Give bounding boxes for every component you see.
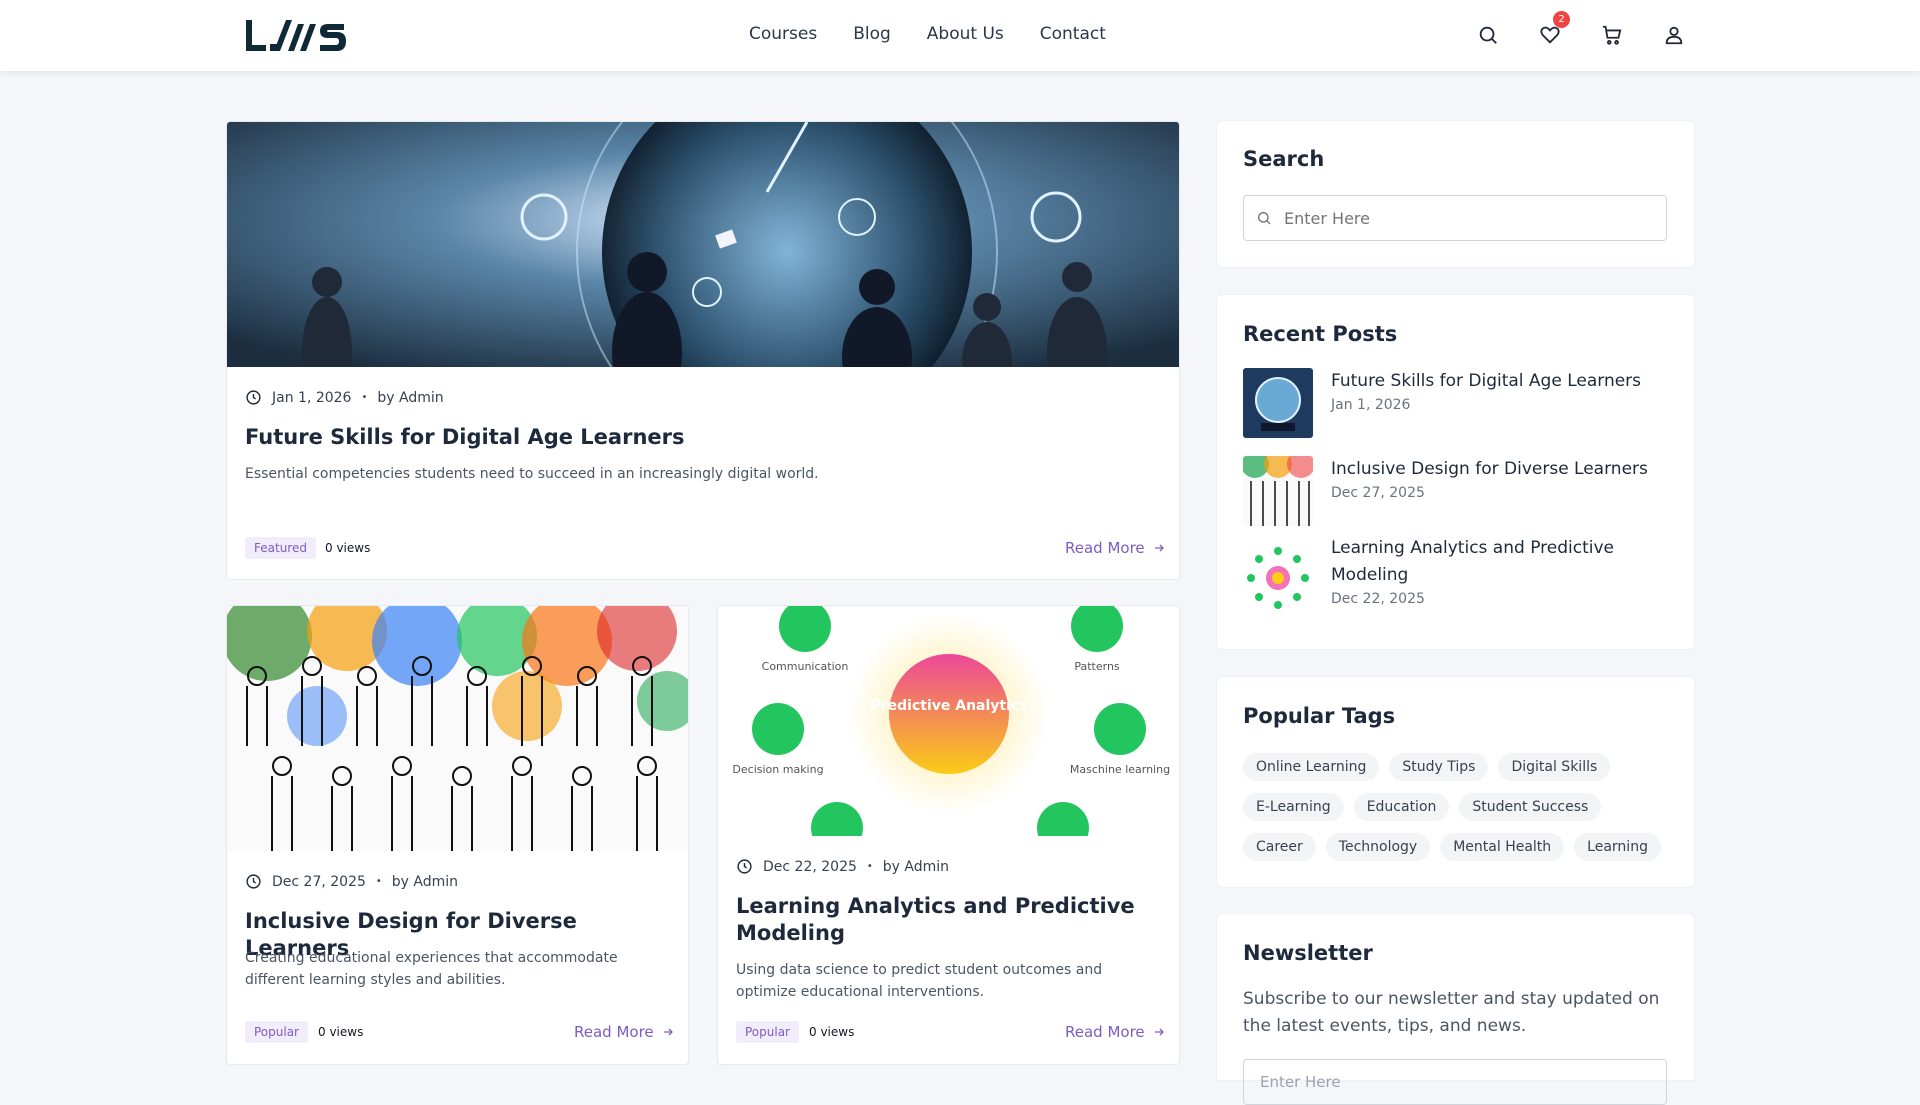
sidebar-search-field[interactable] [1243, 195, 1667, 241]
post-date: Dec 22, 2025 [763, 858, 857, 875]
tag-technology[interactable]: Technology [1325, 833, 1431, 861]
sidebar-recent-posts-widget: Recent Posts Future Skills for Digital A… [1217, 295, 1694, 649]
post-title[interactable]: Learning Analytics and Predictive Modeli… [736, 893, 1156, 947]
recent-post-date: Jan 1, 2026 [1331, 397, 1411, 413]
read-more-link[interactable]: Read More [1065, 539, 1165, 557]
widget-title: Recent Posts [1243, 322, 1398, 346]
tag-mental-health[interactable]: Mental Health [1440, 833, 1565, 861]
search-input[interactable] [1284, 208, 1644, 228]
widget-title: Newsletter [1243, 941, 1373, 965]
tag-career[interactable]: Career [1243, 833, 1316, 861]
nav-about-us[interactable]: About Us [927, 24, 1004, 44]
post-views: 0 views [325, 541, 371, 555]
search-icon [1258, 212, 1271, 225]
read-more-label: Read More [574, 1023, 654, 1041]
read-more-link[interactable]: Read More [1065, 1023, 1165, 1041]
clock-icon [246, 390, 261, 405]
user-icon[interactable] [1662, 22, 1686, 48]
post-card[interactable]: Dec 27, 2025 • by Admin Inclusive Design… [226, 605, 689, 1065]
post-title[interactable]: Future Skills for Digital Age Learners [245, 424, 1155, 451]
post-excerpt: Creating educational experiences that ac… [245, 950, 618, 988]
tag-online-learning[interactable]: Online Learning [1243, 753, 1380, 781]
meta-separator: • [375, 876, 382, 887]
clock-icon [737, 859, 752, 874]
diagram-node-label: Maschine learning [1070, 763, 1170, 776]
diagram-center-label: Predictive Analytics [870, 698, 1027, 714]
post-meta: Dec 27, 2025 • by Admin [245, 873, 458, 890]
post-date: Dec 27, 2025 [272, 873, 366, 890]
widget-title: Popular Tags [1243, 704, 1396, 728]
recent-post-item[interactable]: Inclusive Design for Diverse Learners De… [1243, 456, 1648, 526]
nav-blog[interactable]: Blog [853, 24, 891, 44]
heart-icon[interactable]: 2 [1538, 11, 1570, 48]
post-excerpt: Essential competencies students need to … [245, 466, 819, 482]
nav-courses[interactable]: Courses [749, 24, 817, 44]
post-views: 0 views [318, 1025, 364, 1039]
post-card-featured[interactable]: Jan 1, 2026 • by Admin Future Skills for… [226, 121, 1180, 580]
recent-post-thumbnail[interactable] [1243, 456, 1313, 526]
post-tag-badge: Featured [245, 537, 316, 559]
cart-icon[interactable] [1600, 22, 1624, 48]
widget-title: Search [1243, 147, 1325, 171]
recent-post-item[interactable]: Future Skills for Digital Age Learners J… [1243, 368, 1641, 438]
post-tag-badge: Popular [245, 1021, 308, 1043]
recent-post-title[interactable]: Learning Analytics and Predictive Modeli… [1331, 535, 1631, 589]
post-card[interactable]: Predictive Analytics Communication Patte… [717, 605, 1180, 1065]
main-nav: Courses Blog About Us Contact [749, 24, 1106, 44]
post-author: by Admin [882, 858, 950, 875]
meta-separator: • [866, 861, 873, 872]
arrow-right-icon [1154, 1028, 1164, 1036]
sidebar-newsletter-widget: Newsletter Subscribe to our newsletter a… [1217, 914, 1694, 1105]
clock-icon [246, 874, 261, 889]
logo-mark [246, 20, 346, 51]
search-icon[interactable] [1476, 22, 1500, 48]
header-actions: 2 [1476, 11, 1686, 48]
tag-education[interactable]: Education [1353, 793, 1450, 821]
sidebar-popular-tags-widget: Popular Tags Online Learning Study Tips … [1217, 677, 1694, 887]
sidebar-search-widget: Search [1217, 121, 1694, 267]
post-meta: Jan 1, 2026 • by Admin [245, 389, 444, 406]
arrow-right-icon [1154, 544, 1164, 552]
post-tag-badge: Popular [736, 1021, 799, 1043]
read-more-label: Read More [1065, 539, 1145, 557]
site-header: Courses Blog About Us Contact 2 [0, 0, 1920, 71]
post-views: 0 views [809, 1025, 855, 1039]
arrow-right-icon [663, 1028, 673, 1036]
read-more-link[interactable]: Read More [574, 1023, 674, 1041]
wishlist-count-badge: 2 [1553, 11, 1570, 28]
post-date: Jan 1, 2026 [272, 389, 352, 406]
post-excerpt: Using data science to predict student ou… [736, 962, 1103, 1000]
recent-post-date: Dec 22, 2025 [1331, 591, 1425, 607]
diagram-node-label: Communication [762, 660, 849, 673]
read-more-label: Read More [1065, 1023, 1145, 1041]
newsletter-description: Subscribe to our newsletter and stay upd… [1243, 989, 1660, 1036]
post-image[interactable]: Predictive Analytics Communication Patte… [718, 606, 1179, 836]
recent-post-title[interactable]: Inclusive Design for Diverse Learners [1331, 456, 1648, 483]
post-image[interactable] [227, 122, 1179, 367]
recent-post-title[interactable]: Future Skills for Digital Age Learners [1331, 368, 1641, 395]
meta-separator: • [361, 392, 368, 403]
recent-post-item[interactable]: Learning Analytics and Predictive Modeli… [1243, 535, 1631, 613]
recent-post-date: Dec 27, 2025 [1331, 485, 1425, 501]
post-image[interactable] [227, 606, 688, 851]
post-author: by Admin [377, 389, 444, 406]
diagram-node-label: Patterns [1074, 660, 1120, 673]
site-logo[interactable] [244, 17, 348, 53]
post-author: by Admin [391, 873, 459, 890]
recent-post-thumbnail[interactable] [1243, 368, 1313, 438]
tag-e-learning[interactable]: E-Learning [1243, 793, 1344, 821]
tag-cloud: Online Learning Study Tips Digital Skill… [1243, 753, 1683, 861]
tag-study-tips[interactable]: Study Tips [1389, 753, 1489, 781]
newsletter-email-input[interactable]: Enter Here [1243, 1059, 1667, 1105]
tag-student-success[interactable]: Student Success [1459, 793, 1602, 821]
diagram-node-label: Decision making [732, 763, 823, 776]
post-meta: Dec 22, 2025 • by Admin [736, 858, 949, 875]
recent-post-thumbnail[interactable] [1243, 543, 1313, 613]
tag-digital-skills[interactable]: Digital Skills [1498, 753, 1611, 781]
nav-contact[interactable]: Contact [1040, 24, 1106, 44]
tag-learning[interactable]: Learning [1574, 833, 1661, 861]
